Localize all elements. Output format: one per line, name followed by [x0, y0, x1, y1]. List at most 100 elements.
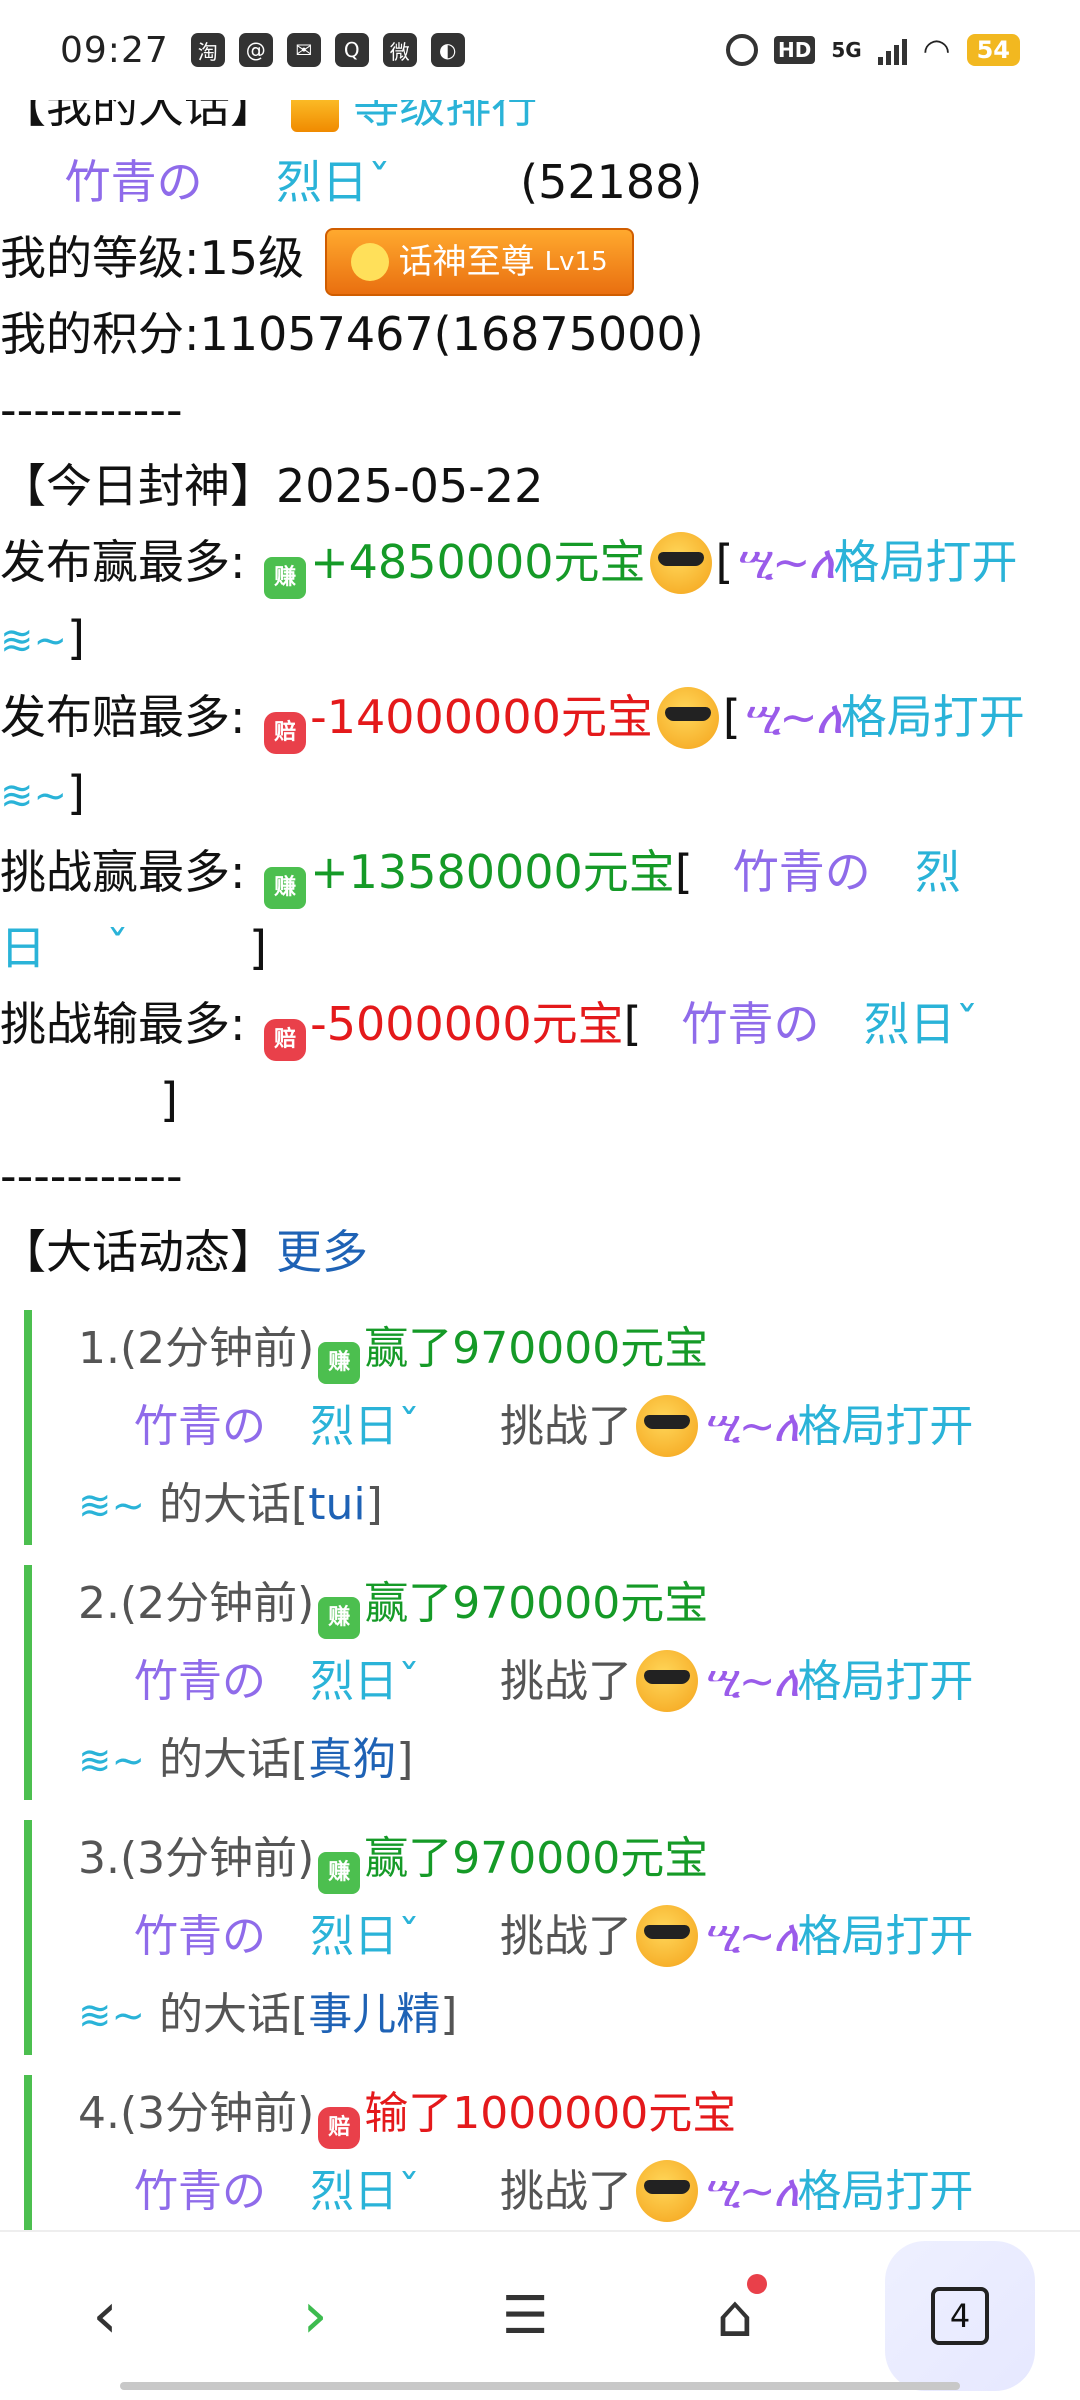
level-badge-text: 话神至尊 [398, 241, 535, 282]
target-nickname[interactable]: 格局打开 [797, 1401, 973, 1452]
challenger-part2[interactable]: 烈日ˇ [310, 1911, 420, 1962]
status-time: 09:27 [60, 29, 169, 71]
topic-link[interactable]: 事儿精 [308, 1989, 440, 2040]
challenger-part1[interactable]: 竹青の [134, 2166, 266, 2217]
today-row: 挑战输最多: 赔 -5000000元宝[竹青の 烈日ˇ] [0, 986, 1080, 1138]
bracket-open: [ [674, 845, 693, 899]
feed-item[interactable]: 4.(3分钟前)赔输了1000000元宝 竹青の烈日ˇ挑战了ሢ~ለ格局打开 ≋~… [24, 2075, 1080, 2230]
feed-title: 【大话动态】 [0, 1225, 276, 1279]
signature-icon: ሢ~ለ [702, 1656, 799, 1707]
back-button[interactable]: ‹ [45, 2256, 165, 2376]
section-title: 【我的大话】 [0, 100, 276, 133]
tab-count: 4 [931, 2287, 989, 2345]
level-text: 我的等级:15级 [0, 231, 305, 285]
target-nickname-part1[interactable]: 竹青の [682, 997, 820, 1051]
bracket-close: ] [249, 921, 267, 975]
target-nickname[interactable]: 格局打开 [833, 535, 1017, 589]
forward-button[interactable]: › [255, 2256, 375, 2376]
notification-dot [747, 2274, 767, 2294]
chevron-left-icon: ‹ [92, 2279, 118, 2353]
feed-item[interactable]: 2.(2分钟前) 赚赢了970000元宝 竹青の 烈日ˇ 挑战了 ሢ~ለ格局打开 ≋~ … [24, 1565, 1080, 1800]
chevron-right-icon: › [302, 2279, 328, 2353]
topic-link[interactable]: tui [308, 1479, 365, 1530]
row-amount: -14000000元宝 [310, 690, 653, 744]
verb: 挑战了 [500, 1656, 632, 1707]
feed-title-row: 【大话动态】更多 [0, 1214, 1080, 1290]
challenger-part2[interactable]: 烈日ˇ [310, 1401, 420, 1452]
nickname-part2[interactable]: 烈日ˇ [276, 155, 391, 209]
earn-badge-icon: 赚 [318, 1342, 361, 1384]
menu-button[interactable]: ☰ [465, 2256, 585, 2376]
topic-link[interactable]: 真狗 [308, 1734, 396, 1785]
wave-icon: ≋~ [0, 773, 68, 819]
mail-icon: @ [238, 33, 273, 67]
divider: ----------- [0, 383, 183, 437]
tabs-button[interactable]: 4 [885, 2241, 1035, 2391]
verb: 挑战了 [500, 2166, 632, 2217]
feed-result: 输了1000000元宝 [364, 2088, 737, 2139]
smile-icon [350, 242, 389, 281]
feed-prefix: 2.(2分钟前) [78, 1578, 315, 1629]
row-amount: -5000000元宝 [310, 997, 624, 1051]
nickname-part1[interactable]: 竹青の [65, 155, 203, 209]
level-badge-lv: Lv15 [544, 246, 608, 277]
target-nickname-part1[interactable]: 竹青の [733, 845, 871, 899]
bracket-open: [ [623, 997, 642, 1051]
status-bar: 09:27 淘 @ ✉ Q 微 ◐ HD 5G ◠ 54 [0, 0, 1080, 100]
row-label: 挑战输最多: [0, 997, 246, 1051]
earn-badge-icon: 赚 [318, 1597, 361, 1639]
challenger-part2[interactable]: 烈日ˇ [310, 1656, 420, 1707]
row-label: 发布赢最多: [0, 535, 246, 589]
wave-icon: ≋~ [78, 1993, 146, 2039]
divider: ----------- [0, 1149, 183, 1203]
rank-link[interactable]: 等级排行 [353, 100, 537, 133]
challenger-part1[interactable]: 竹青の [134, 1401, 266, 1452]
suffix: 的大话 [159, 1989, 292, 2040]
gesture-bar [120, 2382, 960, 2390]
sunglasses-avatar-icon [636, 1905, 698, 1967]
row-label: 挑战赢最多: [0, 845, 246, 899]
signal-icon [877, 35, 907, 65]
wave-icon: ≋~ [78, 1738, 146, 1784]
feed-prefix: 4.(3分钟前) [78, 2088, 315, 2139]
row-amount: +13580000元宝 [310, 845, 675, 899]
taobao-icon: 淘 [190, 33, 225, 67]
today-title-row: 【今日封神】2025-05-22 [0, 448, 1080, 524]
signature-icon: ሢ~ለ [733, 535, 836, 589]
sunglasses-avatar-icon [636, 1650, 698, 1712]
feed-item[interactable]: 1.(2分钟前) 赚赢了970000元宝 竹青の 烈日ˇ 挑战了 ሢ~ለ格局打开 ≋~ … [24, 1310, 1080, 1545]
hd-indicator: HD [773, 36, 816, 64]
feed-result: 赢了970000元宝 [364, 1578, 709, 1629]
home-icon: ⌂ [716, 2282, 754, 2350]
feed-prefix: 3.(3分钟前) [78, 1833, 315, 1884]
lose-badge-icon: 赔 [264, 1019, 307, 1061]
network-label: 5G [831, 38, 862, 62]
more-link[interactable]: 更多 [276, 1225, 368, 1279]
user-nickname-row: 竹青の 烈日ˇ (52188) [0, 144, 1080, 220]
email-icon: ✉ [286, 33, 321, 67]
target-nickname[interactable]: 格局打开 [797, 1656, 973, 1707]
today-date: 2025-05-22 [276, 459, 544, 513]
challenger-part1[interactable]: 竹青の [134, 1656, 266, 1707]
notification-icons: 淘 @ ✉ Q 微 ◐ [190, 33, 465, 67]
target-nickname[interactable]: 格局打开 [841, 690, 1025, 744]
battery-icon: 54 [966, 34, 1020, 66]
feed-item[interactable]: 3.(3分钟前) 赚赢了970000元宝 竹青の 烈日ˇ 挑战了 ሢ~ለ格局打开 ≋~ … [24, 1820, 1080, 2055]
today-row: 发布赔最多: 赔 -14000000元宝 [ሢ~ለ格局打开 ≋~] [0, 679, 1080, 834]
home-button[interactable]: ⌂ [675, 2256, 795, 2376]
bottom-nav: ‹ › ☰ ⌂ 4 [0, 2230, 1080, 2400]
target-nickname[interactable]: 格局打开 [797, 1911, 973, 1962]
bracket-close: ] [67, 766, 85, 820]
today-title: 【今日封神】 [0, 459, 276, 513]
points-row: 我的积分:11057467(16875000) [0, 307, 704, 361]
challenger-part2[interactable]: 烈日ˇ [310, 2166, 420, 2217]
moon-icon: ◐ [430, 33, 465, 67]
wave-icon: ≋~ [78, 1483, 146, 1529]
target-nickname[interactable]: 格局打开 [797, 2166, 973, 2217]
target-nickname-part2[interactable]: 烈日ˇ [864, 997, 979, 1051]
row-amount: +4850000元宝 [310, 535, 646, 589]
wave-icon: ≋~ [0, 618, 68, 664]
lose-badge-icon: 赔 [318, 2107, 361, 2149]
alarm-icon [725, 34, 758, 66]
challenger-part1[interactable]: 竹青の [134, 1911, 266, 1962]
